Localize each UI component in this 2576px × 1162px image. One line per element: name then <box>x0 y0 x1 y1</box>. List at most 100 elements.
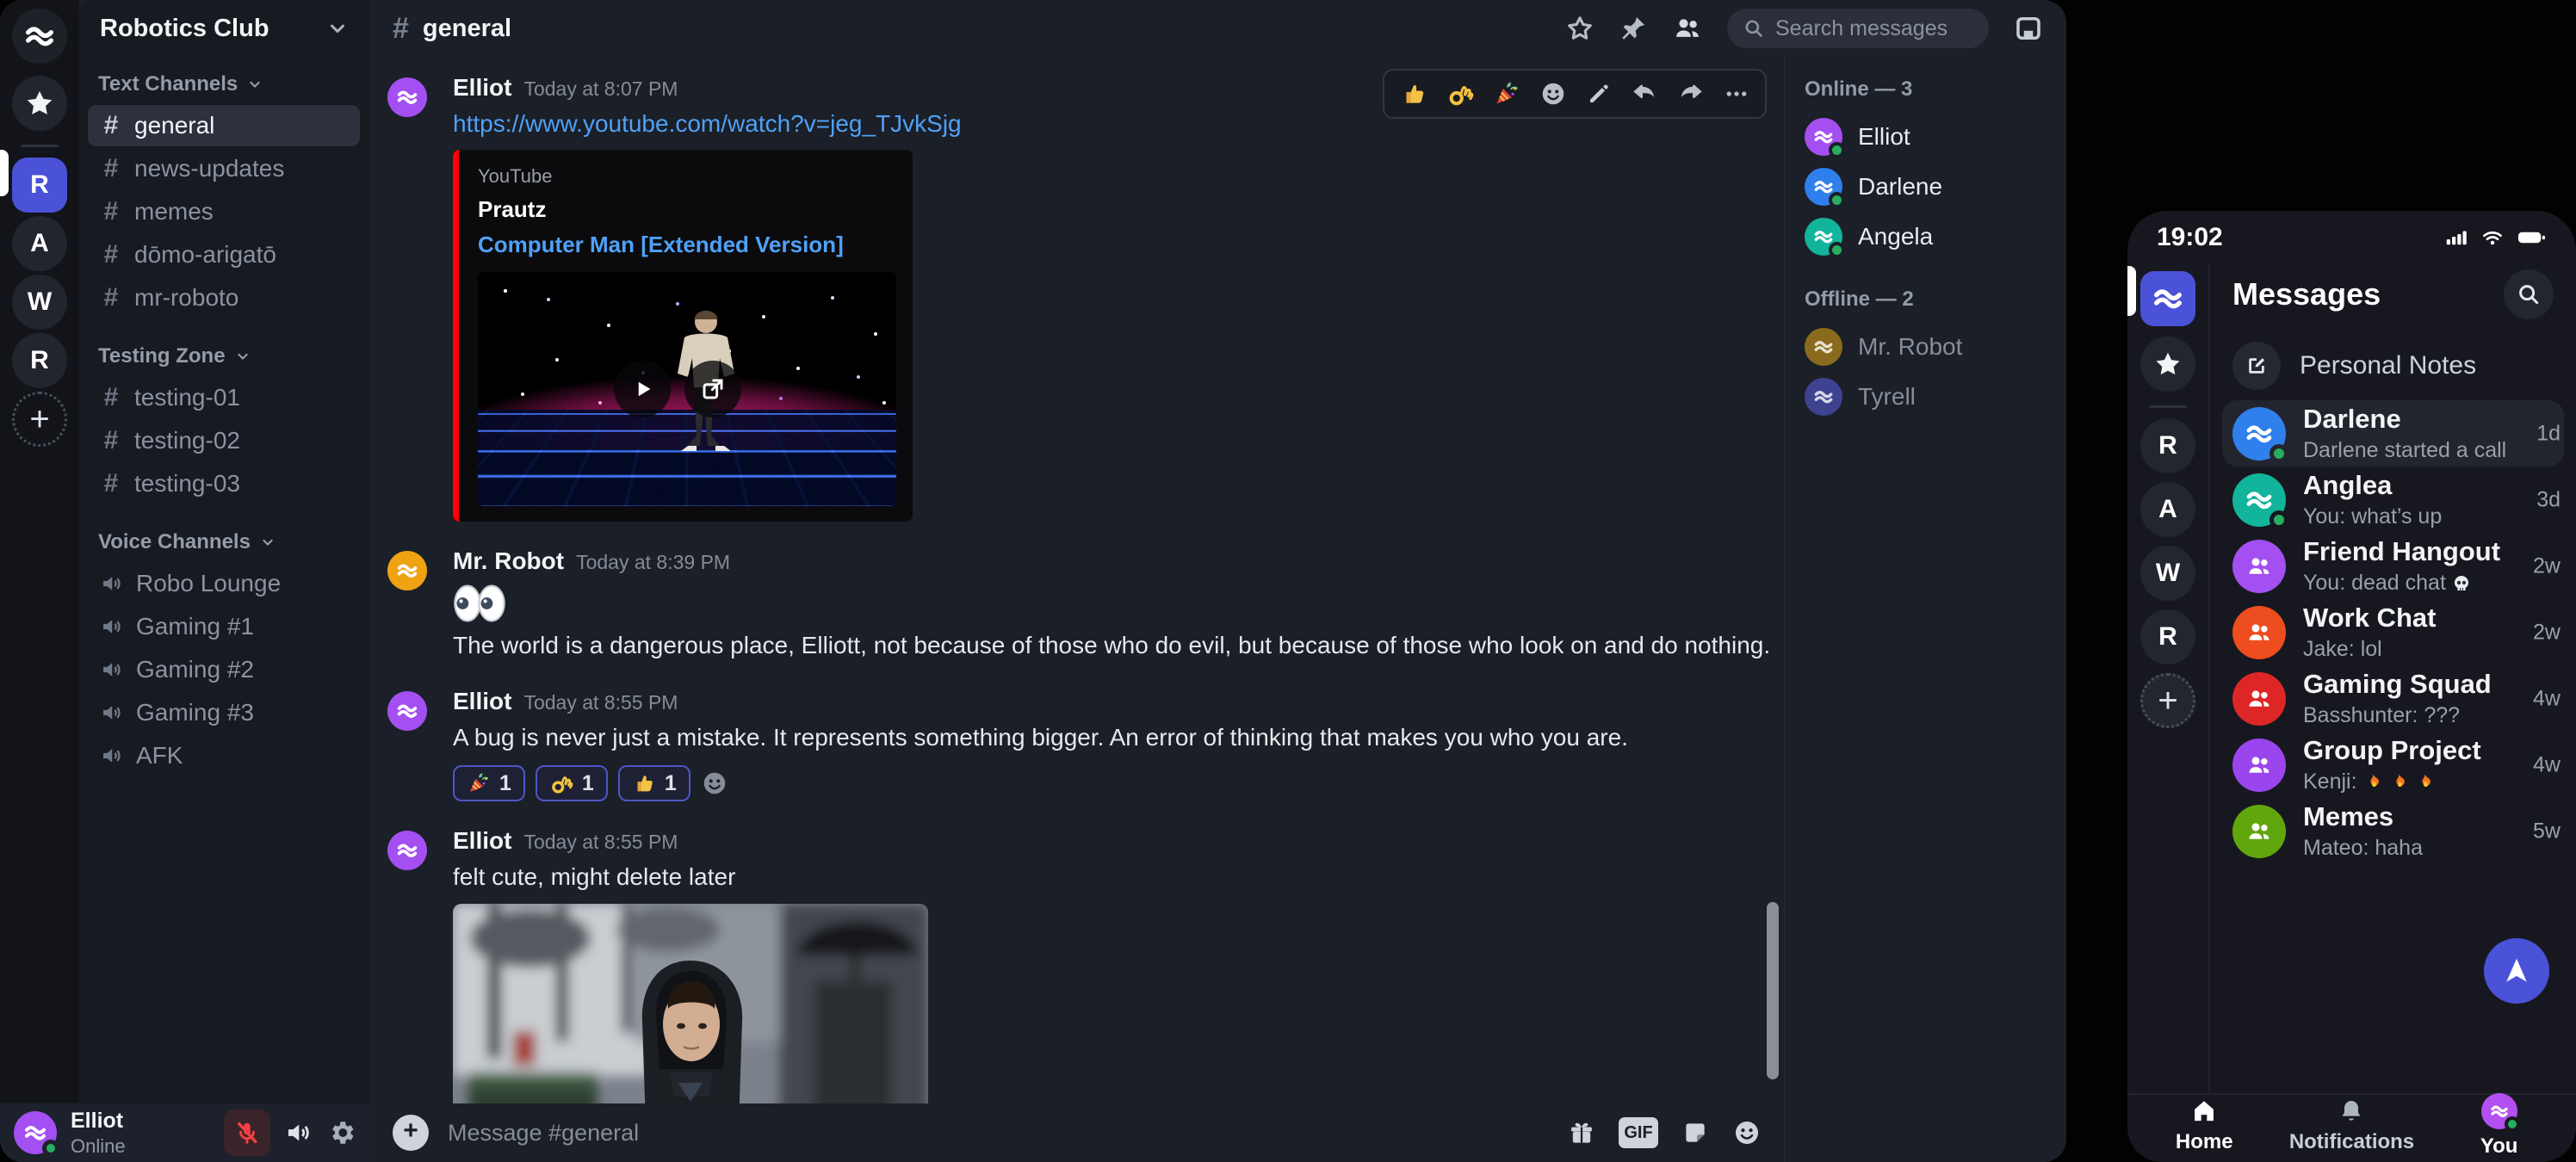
message-author[interactable]: Mr. Robot <box>453 547 564 575</box>
nav-notifications[interactable]: Notifications <box>2289 1097 2414 1154</box>
server-w[interactable]: W <box>2140 546 2195 601</box>
members-button[interactable] <box>1672 13 1703 44</box>
rail-divider <box>2149 405 2187 408</box>
online-status-dot <box>1829 142 1845 158</box>
favorite-star-button[interactable] <box>1565 14 1595 43</box>
avatar[interactable] <box>387 831 427 870</box>
server-r2[interactable]: R <box>12 333 67 388</box>
user-avatar[interactable] <box>14 1111 57 1154</box>
play-button[interactable] <box>614 361 671 417</box>
category-testing-zone[interactable]: Testing Zone <box>98 344 350 368</box>
embed-video-title[interactable]: Computer Man [Extended Version] <box>478 232 894 258</box>
member-darlene[interactable]: Darlene <box>1805 167 2047 207</box>
category-voice-channels[interactable]: Voice Channels <box>98 530 350 554</box>
scrollbar-thumb[interactable] <box>1767 902 1779 1079</box>
new-message-fab[interactable] <box>2484 938 2549 1004</box>
add-server-button[interactable]: + <box>12 392 67 447</box>
avatar[interactable] <box>387 691 427 731</box>
chat-row-anglea[interactable]: AngleaYou: what’s up 3d <box>2222 467 2564 533</box>
message-text: A bug is never just a mistake. It repres… <box>453 722 1784 753</box>
server-w[interactable]: W <box>12 275 67 330</box>
avatar <box>2232 407 2286 460</box>
add-reaction-button[interactable] <box>701 770 728 797</box>
gif-picker-button[interactable]: GIF <box>1619 1117 1658 1148</box>
voice-robo-lounge[interactable]: Robo Lounge <box>88 563 360 604</box>
wifi-icon <box>2480 225 2505 250</box>
channel-mr-roboto[interactable]: #mr-roboto <box>88 277 360 318</box>
settings-gear-button[interactable] <box>327 1118 356 1147</box>
bottom-navigation: Home Notifications You <box>2127 1093 2576 1162</box>
message-input[interactable]: Message #general <box>448 1120 1548 1147</box>
add-server-button[interactable]: + <box>2140 673 2195 728</box>
open-external-button[interactable] <box>684 361 741 417</box>
member-mr-robot[interactable]: Mr. Robot <box>1805 327 2047 367</box>
chevron-down-icon <box>259 534 276 551</box>
toggle-panel-button[interactable] <box>2013 13 2044 44</box>
category-text-channels[interactable]: Text Channels <box>98 72 350 96</box>
attach-file-button[interactable]: + <box>393 1115 429 1151</box>
search-button[interactable] <box>2504 269 2554 319</box>
emoji-picker-button[interactable] <box>1732 1118 1762 1147</box>
deafen-speaker-button[interactable] <box>284 1118 313 1147</box>
nav-you[interactable]: You <box>2448 1093 2551 1159</box>
reaction-party-popper[interactable]: 1 <box>453 765 525 801</box>
member-angela[interactable]: Angela <box>1805 217 2047 257</box>
voice-gaming-3[interactable]: Gaming #3 <box>88 692 360 733</box>
avatar[interactable] <box>387 77 427 117</box>
video-thumbnail[interactable] <box>478 272 896 506</box>
sticker-button[interactable] <box>1681 1118 1710 1147</box>
mute-button[interactable] <box>224 1109 270 1156</box>
chat-row-friend-hangout[interactable]: Friend HangoutYou: dead chat 2w <box>2222 533 2564 599</box>
smiley-icon <box>701 770 728 797</box>
member-tyrell[interactable]: Tyrell <box>1805 377 2047 417</box>
pinned-messages-button[interactable] <box>1619 14 1648 43</box>
server-a[interactable]: A <box>12 216 67 271</box>
avatar[interactable] <box>387 551 427 590</box>
server-header[interactable]: Robotics Club <box>79 0 370 57</box>
stage: R A W R + Robotics Club Text Channels <box>0 0 2576 1162</box>
message-author[interactable]: Elliot <box>453 827 511 855</box>
youtube-link[interactable]: https://www.youtube.com/watch?v=jeg_TJvk… <box>453 108 1784 139</box>
message-author[interactable]: Elliot <box>453 74 511 102</box>
server-robotics-club[interactable]: R <box>12 158 67 213</box>
send-arrow-icon <box>2500 955 2533 987</box>
member-elliot[interactable]: Elliot <box>1805 117 2047 157</box>
channel-testing-01[interactable]: #testing-01 <box>88 377 360 418</box>
channel-news-updates[interactable]: #news-updates <box>88 148 360 189</box>
favourites-button[interactable] <box>2140 337 2195 392</box>
voice-afk[interactable]: AFK <box>88 735 360 776</box>
reaction-ok-hand[interactable]: 1 <box>536 765 608 801</box>
gift-button[interactable] <box>1567 1118 1596 1147</box>
personal-notes-item[interactable]: Personal Notes <box>2232 342 2554 390</box>
rail-divider <box>21 145 59 147</box>
revolt-home-button[interactable] <box>2140 271 2195 326</box>
nav-home[interactable]: Home <box>2152 1097 2256 1154</box>
member-list: Online — 3 Elliot Darlene Angela <box>1784 57 2066 1162</box>
channel-testing-03[interactable]: #testing-03 <box>88 463 360 504</box>
revolt-home-button[interactable] <box>12 9 67 64</box>
reaction-thumbs-up[interactable]: 1 <box>618 765 690 801</box>
chat-row-work-chat[interactable]: Work ChatJake: lol 2w <box>2222 599 2564 665</box>
channel-testing-02[interactable]: #testing-02 <box>88 420 360 461</box>
server-r[interactable]: R <box>2140 418 2195 473</box>
voice-gaming-2[interactable]: Gaming #2 <box>88 649 360 690</box>
battery-icon <box>2516 225 2547 250</box>
star-icon <box>24 88 55 119</box>
embed-channel[interactable]: Prautz <box>478 196 894 223</box>
avatar <box>1805 168 1842 206</box>
chat-row-memes[interactable]: MemesMateo: haha 5w <box>2222 798 2564 864</box>
message-author[interactable]: Elliot <box>453 688 511 715</box>
channel-general[interactable]: #general <box>88 105 360 146</box>
channel-memes[interactable]: #memes <box>88 191 360 232</box>
voice-gaming-1[interactable]: Gaming #1 <box>88 606 360 647</box>
chevron-down-icon <box>234 348 251 365</box>
chat-row-darlene[interactable]: DarleneDarlene started a call 1d <box>2222 400 2564 467</box>
chat-row-gaming-squad[interactable]: Gaming SquadBasshunter: ??? 4w <box>2222 665 2564 732</box>
server-r2[interactable]: R <box>2140 609 2195 664</box>
server-a[interactable]: A <box>2140 482 2195 537</box>
photo-attachment[interactable] <box>453 904 928 1103</box>
channel-domo-arigato[interactable]: #dōmo-arigatō <box>88 234 360 275</box>
favourites-button[interactable] <box>12 76 67 131</box>
search-input[interactable]: Search messages <box>1727 9 1989 48</box>
chat-row-group-project[interactable]: Group ProjectKenji: 4w <box>2222 732 2564 798</box>
